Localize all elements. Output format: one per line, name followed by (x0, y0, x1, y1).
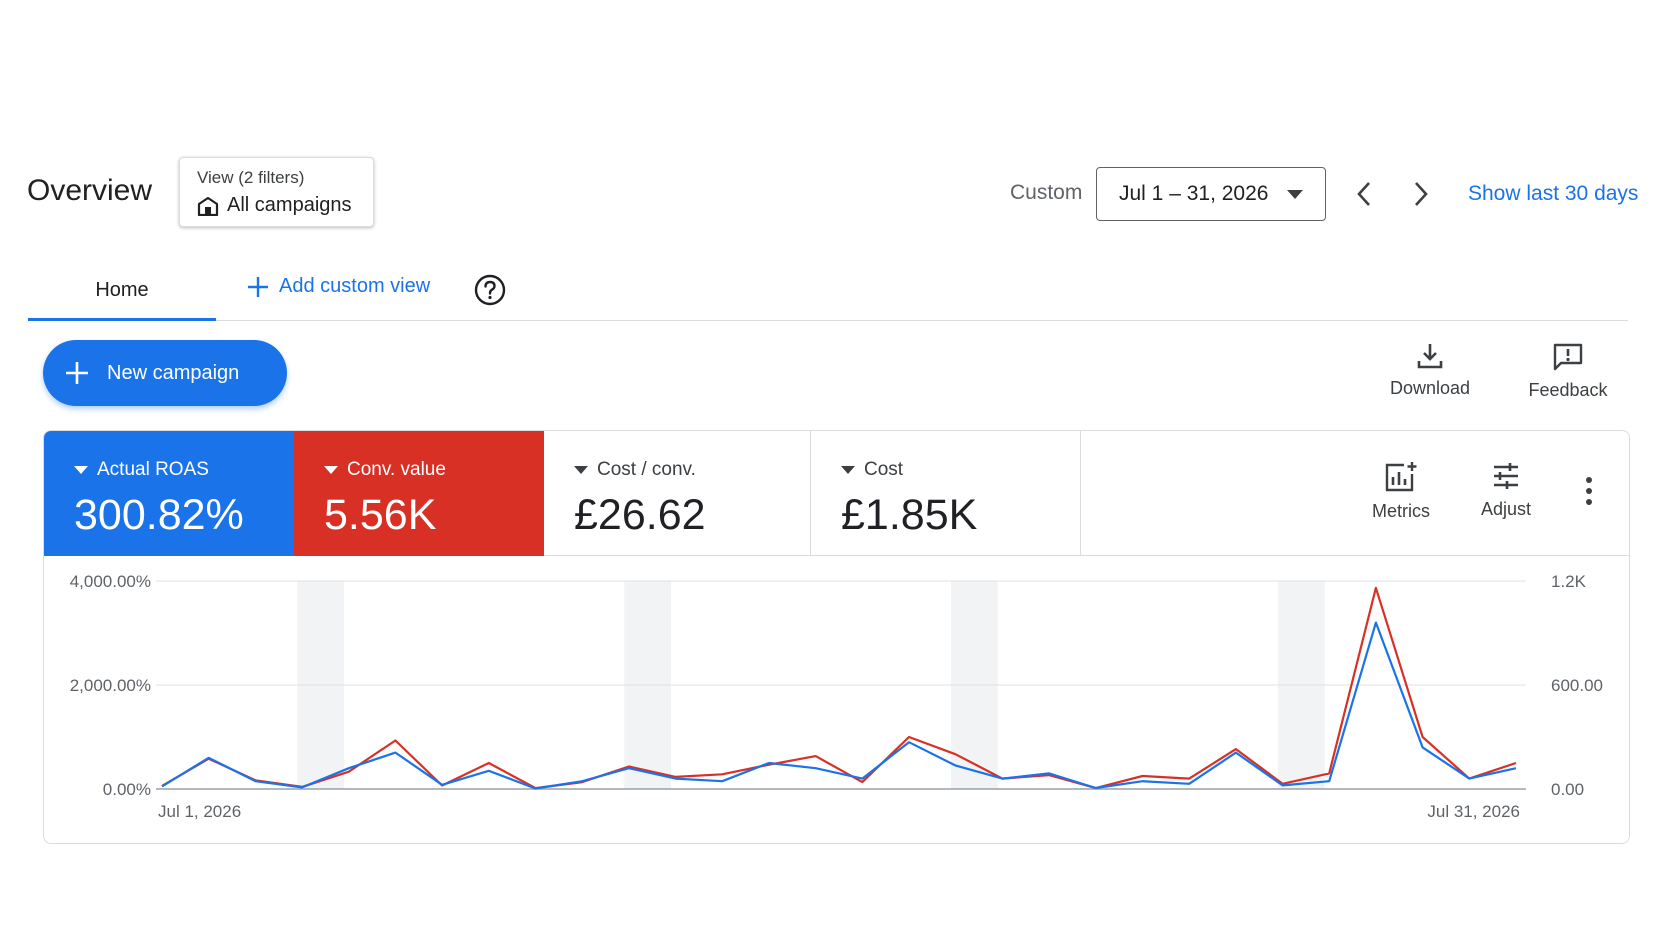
chevron-left-icon (1357, 182, 1370, 206)
feedback-icon (1553, 343, 1583, 371)
building-icon (197, 196, 219, 216)
feedback-label: Feedback (1528, 380, 1608, 400)
active-tab-indicator (28, 318, 216, 321)
previous-period-button[interactable] (1349, 174, 1379, 214)
next-period-button[interactable] (1406, 174, 1436, 214)
y-left-tick-label: 4,000.00% (70, 572, 151, 591)
add-custom-view-label: Add custom view (279, 275, 431, 297)
chevron-right-icon (1415, 182, 1428, 206)
performance-card: Actual ROAS 300.82% Conv. value 5.56K Co… (43, 430, 1630, 844)
download-button[interactable]: Download (1380, 342, 1480, 399)
new-campaign-label: New campaign (107, 361, 240, 384)
y-right-tick-label: 1.2K (1551, 572, 1587, 591)
x-tick-label: Jul 31, 2026 (1427, 802, 1520, 821)
y-right-tick-label: 600.00 (1551, 676, 1603, 695)
tabs-divider (28, 320, 1628, 321)
date-range-picker[interactable]: Jul 1 – 31, 2026 (1096, 167, 1326, 221)
plus-icon (248, 276, 268, 297)
date-range-value: Jul 1 – 31, 2026 (1119, 182, 1269, 205)
show-last-30-days-link[interactable]: Show last 30 days (1468, 182, 1638, 206)
feedback-button[interactable]: Feedback (1518, 342, 1618, 401)
tab-home[interactable]: Home (28, 258, 216, 322)
y-right-tick-label: 0.00 (1551, 780, 1584, 799)
date-range-type-label: Custom (1010, 181, 1083, 204)
add-custom-view-button[interactable]: Add custom view (247, 275, 430, 298)
y-left-tick-label: 2,000.00% (70, 676, 151, 695)
view-filter-value: All campaigns (227, 194, 352, 216)
y-left-tick-label: 0.00% (103, 780, 151, 799)
new-campaign-button[interactable]: New campaign (43, 340, 287, 406)
view-filter-label: View (2 filters) (197, 168, 305, 187)
performance-line-chart: 0.00% 0.00 2,000.00% 600.00 4,000.00% 1.2K Jul… (70, 572, 1603, 821)
page-title: Overview (27, 174, 153, 207)
help-icon[interactable] (474, 274, 506, 306)
download-icon (1417, 344, 1443, 369)
caret-down-icon (1287, 190, 1303, 199)
download-label: Download (1389, 378, 1471, 398)
plus-icon (66, 362, 88, 384)
x-tick-label: Jul 1, 2026 (158, 802, 241, 821)
view-filter-selector[interactable]: View (2 filters) All campaigns (179, 157, 374, 227)
